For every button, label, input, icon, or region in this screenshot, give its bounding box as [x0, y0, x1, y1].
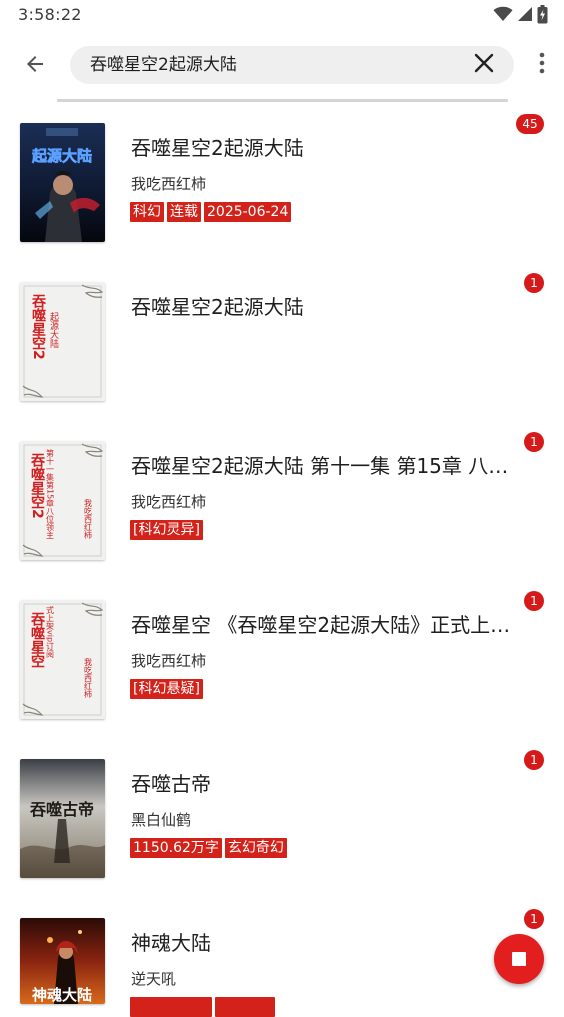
search-box	[70, 46, 514, 84]
source-count-badge: 1	[524, 273, 544, 293]
cover-main-text: 吞噬星空	[29, 612, 45, 668]
tag-list: [科幻悬疑]	[130, 679, 203, 699]
result-item[interactable]: 起源大陆 吞噬星空2起源大陆 我吃西红柿 科幻 连载 2025-06-24 45	[0, 104, 564, 263]
book-title: 吞噬星空2起源大陆	[131, 136, 304, 160]
cover-author-text: 我吃西红柿	[84, 657, 93, 699]
result-item[interactable]: 神魂大陆 神魂大陆 逆天吼 1	[0, 899, 564, 1017]
book-title: 吞噬星空 《吞噬星空2起源大陆》正式上架VIP订阅	[131, 613, 526, 637]
close-icon	[474, 53, 494, 77]
book-author: 我吃西红柿	[131, 175, 207, 193]
book-author: 我吃西红柿	[131, 652, 207, 670]
search-input[interactable]	[90, 46, 450, 84]
source-count-badge: 1	[524, 591, 544, 611]
battery-charging-icon	[537, 4, 548, 28]
book-title: 神魂大陆	[131, 931, 211, 955]
tag-badge: 科幻	[130, 202, 164, 222]
cover-main-text: 吞噬星空2	[30, 294, 46, 360]
source-count-badge: 45	[516, 114, 544, 134]
tag-badge	[130, 997, 212, 1017]
wifi-icon	[493, 6, 513, 26]
status-icons	[493, 4, 548, 28]
cover-title-text: 神魂大陆	[32, 986, 92, 1004]
search-toolbar	[0, 32, 564, 100]
result-item[interactable]: 吞噬古帝 吞噬古帝 黑白仙鹤 1150.62万字 玄幻奇幻 1	[0, 740, 564, 899]
book-author: 我吃西红柿	[131, 493, 207, 511]
result-item[interactable]: 吞噬星空 式上架vip订阅 我吃西红柿 吞噬星空 《吞噬星空2起源大陆》正式上架…	[0, 581, 564, 740]
cover-sub-text: 起源大陆	[48, 312, 59, 349]
tag-list: [科幻灵异]	[130, 520, 203, 540]
stop-search-button[interactable]	[494, 934, 544, 984]
book-cover: 吞噬星空2 第十一集第15章八位领主 我吃西红柿	[20, 441, 105, 560]
cover-title-text: 吞噬古帝	[30, 800, 94, 819]
cellular-signal-icon	[517, 6, 533, 26]
cover-main-text: 吞噬星空2	[29, 453, 45, 519]
arrow-left-icon	[23, 52, 47, 80]
cover-title-text: 起源大陆	[31, 147, 92, 165]
tag-list: 1150.62万字 玄幻奇幻	[130, 838, 287, 858]
tag-badge: 连载	[167, 202, 201, 222]
tag-list	[130, 997, 275, 1017]
book-cover: 吞噬星空 式上架vip订阅 我吃西红柿	[20, 600, 105, 719]
back-button[interactable]	[14, 45, 56, 87]
book-title: 吞噬星空2起源大陆	[131, 295, 304, 319]
result-item[interactable]: 吞噬星空2 第十一集第15章八位领主 我吃西红柿 吞噬星空2起源大陆 第十一集 …	[0, 422, 564, 581]
source-count-badge: 1	[524, 432, 544, 452]
source-count-badge: 1	[524, 909, 544, 929]
loading-progress-bar	[57, 99, 508, 102]
tag-badge: [科幻悬疑]	[130, 679, 203, 699]
tag-badge: 玄幻奇幻	[224, 838, 287, 858]
book-author: 逆天吼	[131, 970, 177, 988]
clear-search-button[interactable]	[472, 53, 496, 77]
cover-author-text: 我吃西红柿	[84, 498, 93, 540]
stop-icon	[512, 952, 526, 966]
tag-badge: [科幻灵异]	[130, 520, 203, 540]
result-item[interactable]: 吞噬星空2 起源大陆 吞噬星空2起源大陆 1	[0, 263, 564, 422]
more-options-button[interactable]	[534, 48, 550, 82]
tag-badge: 1150.62万字	[130, 838, 222, 858]
cover-sub-text: 第十一集第15章八位领主	[46, 448, 55, 539]
book-author: 黑白仙鹤	[131, 811, 192, 829]
book-cover: 吞噬古帝	[20, 759, 105, 878]
status-time: 3:58:22	[18, 5, 82, 24]
book-title: 吞噬星空2起源大陆 第十一集 第15章 八位领主	[131, 454, 526, 478]
status-bar: 3:58:22	[0, 0, 564, 32]
tag-badge: 2025-06-24	[204, 202, 292, 222]
cover-sub-text: 式上架vip订阅	[46, 605, 55, 659]
tag-list: 科幻 连载 2025-06-24	[130, 202, 292, 222]
more-vert-icon	[539, 52, 545, 78]
book-cover: 起源大陆	[20, 123, 105, 242]
book-title: 吞噬古帝	[131, 772, 211, 796]
book-cover: 神魂大陆	[20, 918, 105, 1004]
tag-badge	[215, 997, 275, 1017]
book-cover: 吞噬星空2 起源大陆	[20, 282, 105, 401]
source-count-badge: 1	[524, 750, 544, 770]
